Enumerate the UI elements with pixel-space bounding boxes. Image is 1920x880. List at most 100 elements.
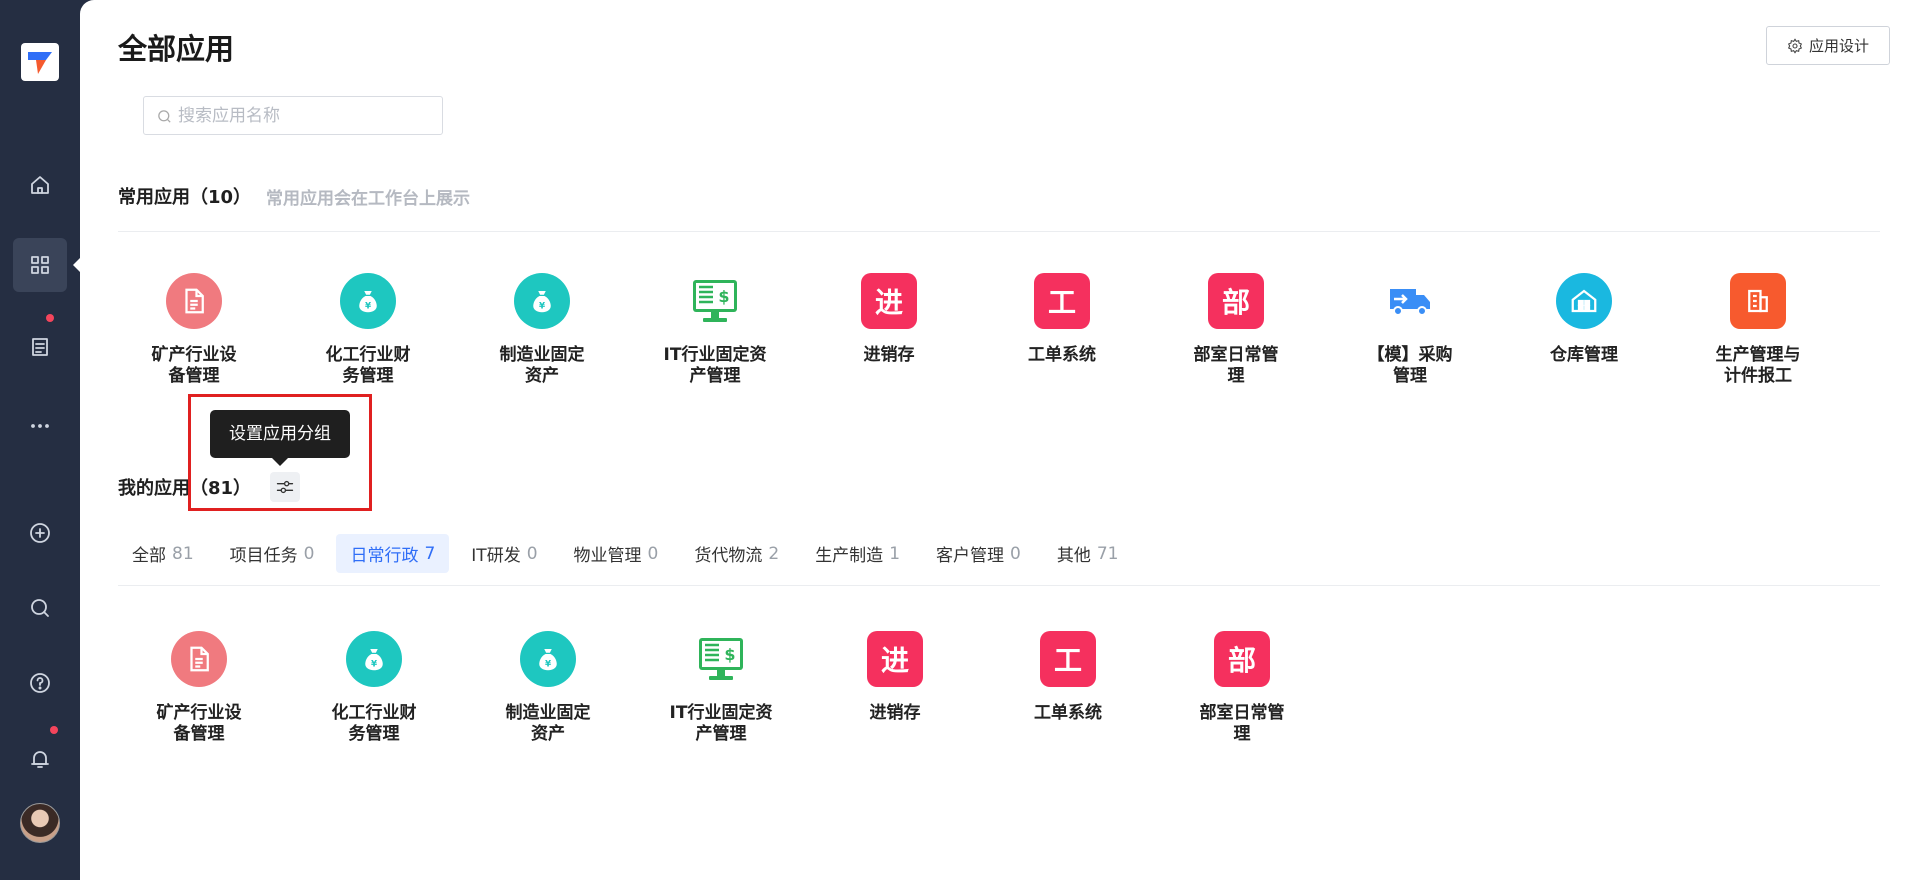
document-icon bbox=[166, 273, 222, 329]
app-item[interactable]: 进进销存 bbox=[825, 631, 965, 724]
app-item[interactable]: 工工单系统 bbox=[992, 273, 1132, 366]
svg-text:¥: ¥ bbox=[545, 660, 551, 670]
highlight-box bbox=[188, 394, 372, 511]
monitor-dollar-icon: $ bbox=[693, 631, 749, 687]
app-item[interactable]: 【模】采购 管理 bbox=[1340, 273, 1480, 387]
tab-item[interactable]: 生产制造 1 bbox=[801, 534, 914, 573]
money-bag-icon: ¥ bbox=[340, 273, 396, 329]
more-button[interactable] bbox=[13, 399, 67, 453]
tab-item[interactable]: 物业管理 0 bbox=[560, 534, 673, 573]
tab-item[interactable]: 日常行政 7 bbox=[336, 534, 450, 573]
svg-text:¥: ¥ bbox=[371, 660, 377, 670]
tab-item[interactable]: 货代物流 2 bbox=[680, 534, 793, 573]
plus-circle-icon bbox=[30, 523, 50, 543]
app-item[interactable]: 矿产行业设 备管理 bbox=[129, 631, 269, 745]
app-char-icon: 工 bbox=[1034, 273, 1090, 329]
help-button[interactable] bbox=[13, 656, 67, 710]
app-label: 工单系统 bbox=[1028, 345, 1096, 365]
tab-item[interactable]: 全部 81 bbox=[118, 534, 208, 573]
app-label: 化工行业财 务管理 bbox=[325, 345, 411, 386]
app-label: 工单系统 bbox=[1034, 703, 1102, 723]
notifications-button[interactable] bbox=[13, 732, 67, 786]
app-char-icon: 工 bbox=[1040, 631, 1096, 687]
common-apps-title: 常用应用（10） bbox=[118, 187, 252, 208]
tab-count: 71 bbox=[1096, 543, 1119, 564]
tab-item[interactable]: 其他 71 bbox=[1043, 534, 1133, 573]
app-item[interactable]: 部部室日常管理 bbox=[1166, 273, 1306, 387]
app-item[interactable]: ¥ 化工行业财 务管理 bbox=[298, 273, 438, 387]
app-label: 矿产行业设 备管理 bbox=[151, 345, 237, 386]
more-icon bbox=[31, 424, 49, 428]
money-bag-icon: ¥ bbox=[514, 273, 570, 329]
tab-count: 0 bbox=[303, 543, 315, 564]
app-item[interactable]: 矿产行业设 备管理 bbox=[124, 273, 264, 387]
app-item[interactable]: ¥ 制造业固定 资产 bbox=[478, 631, 618, 745]
search-icon bbox=[31, 599, 49, 617]
app-char-icon: 部 bbox=[1208, 273, 1264, 329]
app-label: 进销存 bbox=[869, 703, 921, 723]
logo-icon bbox=[28, 52, 52, 74]
tab-label: 项目任务 bbox=[229, 546, 298, 566]
svg-text:$: $ bbox=[724, 645, 735, 664]
app-item[interactable]: ¥ 化工行业财 务管理 bbox=[304, 631, 444, 745]
home-button[interactable] bbox=[13, 158, 67, 212]
tab-item[interactable]: 客户管理 0 bbox=[922, 534, 1035, 573]
money-bag-icon: ¥ bbox=[346, 631, 402, 687]
app-label: 部室日常管理 bbox=[1199, 703, 1285, 744]
building-icon bbox=[1730, 273, 1786, 329]
search-icon bbox=[158, 110, 171, 123]
app-label: 生产管理与 计件报工 bbox=[1715, 345, 1801, 386]
tab-item[interactable]: IT研发 0 bbox=[457, 534, 551, 573]
app-label: 部室日常管理 bbox=[1193, 345, 1279, 386]
app-label: 进销存 bbox=[863, 345, 915, 365]
app-label: IT行业固定资 产管理 bbox=[669, 703, 773, 744]
divider bbox=[118, 231, 1880, 232]
grid-icon bbox=[31, 256, 49, 274]
app-logo[interactable] bbox=[21, 43, 59, 81]
app-item[interactable]: ¥ 制造业固定 资产 bbox=[472, 273, 612, 387]
warehouse-icon bbox=[1556, 273, 1612, 329]
search-input[interactable] bbox=[178, 97, 438, 134]
add-button[interactable] bbox=[13, 506, 67, 560]
apps-button[interactable] bbox=[13, 238, 81, 292]
bell-icon bbox=[31, 751, 49, 768]
tab-count: 7 bbox=[424, 543, 436, 564]
app-item[interactable]: 进进销存 bbox=[819, 273, 959, 366]
tab-count: 0 bbox=[647, 543, 659, 564]
app-item[interactable]: $ IT行业固定资 产管理 bbox=[645, 273, 785, 387]
delivery-truck-icon bbox=[1382, 273, 1438, 329]
svg-text:¥: ¥ bbox=[539, 302, 545, 312]
app-design-label: 应用设计 bbox=[1808, 37, 1869, 55]
money-bag-icon: ¥ bbox=[520, 631, 576, 687]
app-item[interactable]: 工工单系统 bbox=[998, 631, 1138, 724]
records-button[interactable] bbox=[13, 320, 67, 374]
svg-text:¥: ¥ bbox=[365, 302, 371, 312]
tab-label: 其他 bbox=[1056, 546, 1091, 566]
app-item[interactable]: 仓库管理 bbox=[1514, 273, 1654, 366]
sidebar bbox=[0, 0, 81, 880]
tab-count: 0 bbox=[1010, 543, 1021, 564]
app-label: 制造业固定 资产 bbox=[505, 703, 591, 744]
app-item[interactable]: 生产管理与 计件报工 bbox=[1688, 273, 1828, 387]
search-box bbox=[143, 96, 443, 135]
app-item[interactable]: 部部室日常管理 bbox=[1172, 631, 1312, 745]
app-char-icon: 进 bbox=[867, 631, 923, 687]
help-icon bbox=[30, 673, 50, 693]
tab-item[interactable]: 项目任务 0 bbox=[216, 534, 329, 573]
gear-icon bbox=[1787, 37, 1803, 54]
app-design-button[interactable]: 应用设计 bbox=[1766, 26, 1890, 65]
app-item[interactable]: $ IT行业固定资 产管理 bbox=[651, 631, 791, 745]
common-apps-subtitle: 常用应用会在工作台上展示 bbox=[266, 189, 470, 209]
search-button[interactable] bbox=[13, 581, 67, 635]
tab-count: 0 bbox=[526, 543, 538, 564]
avatar[interactable] bbox=[20, 803, 60, 843]
tab-label: 生产制造 bbox=[815, 546, 884, 566]
svg-text:$: $ bbox=[718, 287, 729, 306]
divider bbox=[118, 585, 1880, 586]
tab-count: 81 bbox=[172, 543, 194, 564]
app-label: 仓库管理 bbox=[1550, 345, 1618, 365]
tab-label: 货代物流 bbox=[694, 546, 763, 566]
monitor-dollar-icon: $ bbox=[687, 273, 743, 329]
tab-count: 2 bbox=[768, 543, 780, 564]
app-char-icon: 进 bbox=[861, 273, 917, 329]
